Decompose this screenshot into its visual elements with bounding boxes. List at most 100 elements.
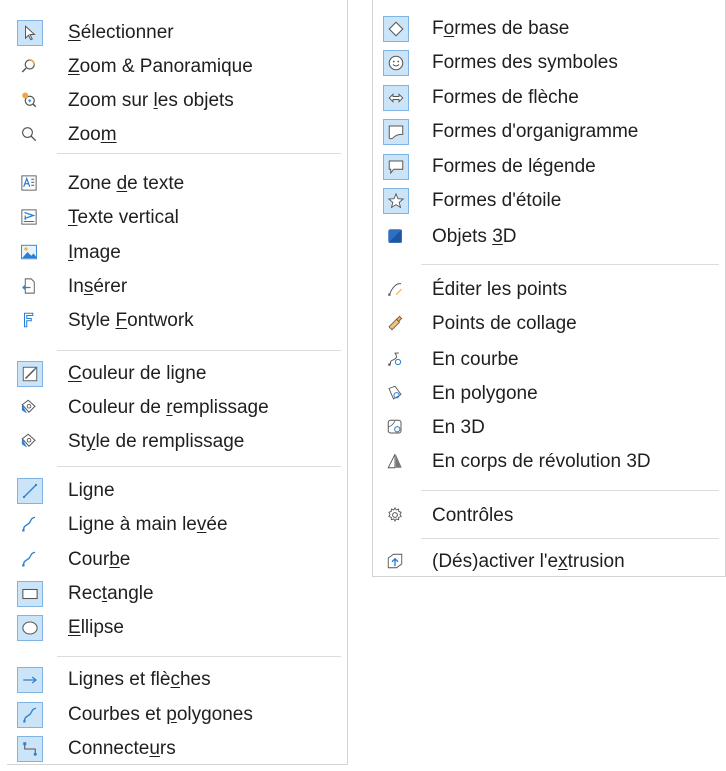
menu-item-label: Zoom: [68, 124, 117, 145]
menu-item-rectangle[interactable]: Rectangle: [7, 577, 347, 611]
menu-item-label: Image: [68, 242, 121, 263]
line-icon: [17, 478, 43, 504]
menu-item-formes-legende[interactable]: Formes de légende: [373, 150, 725, 184]
menu-item-controles[interactable]: Contrôles: [373, 499, 725, 533]
extrusion-icon: [383, 549, 409, 575]
menu-item-zoom-panoramique[interactable]: Zoom & Panoramique: [7, 50, 347, 84]
menu-item-couleur-ligne[interactable]: Couleur de ligne: [7, 357, 347, 391]
mnemonic-key: o: [443, 18, 455, 39]
menu-item-formes-fleche[interactable]: Formes de flèche: [373, 81, 725, 115]
menu-item-ligne[interactable]: Ligne: [7, 474, 347, 508]
menu-item-en-polygone[interactable]: En polygone: [373, 377, 725, 411]
menu-item-selectionner[interactable]: Sélectionner: [7, 16, 347, 50]
menu-item-label: Rectangle: [68, 583, 154, 604]
menu-item-style-remplissage[interactable]: Style de remplissage: [7, 425, 347, 459]
mnemonic-key: c: [170, 669, 180, 690]
select-cursor-icon: [17, 20, 43, 46]
menu-item-label: Points de collage: [432, 313, 577, 334]
menu-item-en-corps-revolution[interactable]: En corps de révolution 3D: [373, 445, 725, 479]
star-icon: [383, 188, 409, 214]
menu-item-ellipse[interactable]: Ellipse: [7, 611, 347, 645]
menu-item-objets-3d[interactable]: Objets 3D: [373, 220, 725, 254]
menu-item-activer-extrusion[interactable]: (Dés)activer l'extrusion: [373, 545, 725, 579]
menu-item-label: Ligne: [68, 480, 115, 501]
rotation-object-icon: [383, 449, 409, 475]
menu-item-ligne-main-levee[interactable]: Ligne à main levée: [7, 508, 347, 542]
menu-item-connecteurs[interactable]: Connecteurs: [7, 732, 347, 766]
menu-item-zoom[interactable]: Zoom: [7, 118, 347, 152]
connector-icon: [17, 736, 43, 762]
menu-separator: [57, 656, 341, 657]
mnemonic-key: T: [68, 207, 78, 228]
edit-points-icon: [383, 277, 409, 303]
insert-icon: [17, 274, 43, 300]
mnemonic-key: C: [68, 363, 82, 384]
menu-item-formes-organigramme[interactable]: Formes d'organigramme: [373, 115, 725, 149]
zoom-icon: [17, 122, 43, 148]
lines-arrows-icon: [17, 667, 43, 693]
to-polygon-icon: [383, 381, 409, 407]
zoom-pan-icon: [17, 54, 43, 80]
menu-item-lignes-fleches[interactable]: Lignes et flèches: [7, 663, 347, 697]
fill-style-icon: [17, 429, 43, 455]
text-box-icon: [17, 171, 43, 197]
menu-item-inserer[interactable]: Insérer: [7, 270, 347, 304]
menu-item-label: Éditer les points: [432, 279, 568, 300]
menu-separator: [421, 490, 719, 491]
menu-item-style-fontwork[interactable]: Style Fontwork: [7, 304, 347, 338]
mnemonic-key: u: [149, 738, 160, 759]
menu-item-en-3d[interactable]: En 3D: [373, 411, 725, 445]
freeform-line-icon: [17, 512, 43, 538]
menu-item-editer-points[interactable]: Éditer les points: [373, 273, 725, 307]
menu-item-label: Texte vertical: [68, 207, 179, 228]
menu-item-label: Courbe: [68, 549, 131, 570]
menu-item-label: Style Fontwork: [68, 310, 194, 331]
menu-item-label: Formes de légende: [432, 156, 596, 177]
mnemonic-key: F: [115, 310, 128, 331]
menu-item-label: Formes des symboles: [432, 52, 618, 73]
menu-item-zoom-objets[interactable]: Zoom sur les objets: [7, 84, 347, 118]
menu-item-image[interactable]: Image: [7, 236, 347, 270]
menu-item-label: Formes d'étoile: [432, 190, 562, 211]
drawing-toolbar-menu-right: Formes de base Formes des symboles Formes …: [372, 0, 726, 577]
mnemonic-key: s: [83, 276, 94, 297]
menu-separator: [421, 538, 719, 539]
menu-item-label: Style de remplissage: [68, 431, 245, 452]
callout-icon: [383, 154, 409, 180]
menu-item-formes-base[interactable]: Formes de base: [373, 12, 725, 46]
drawing-toolbar-menu-left: Sélectionner Zoom & Panoramique Zoom sur l…: [7, 0, 348, 765]
menu-item-courbes-polygones[interactable]: Courbes et polygones: [7, 698, 347, 732]
glue-points-icon: [383, 311, 409, 337]
menu-item-en-courbe[interactable]: En courbe: [373, 343, 725, 377]
menu-item-label: Lignes et flèches: [68, 669, 211, 690]
mnemonic-key: m: [100, 124, 117, 145]
menu-separator: [57, 153, 341, 154]
menu-item-courbe[interactable]: Courbe: [7, 543, 347, 577]
menu-item-label: En polygone: [432, 383, 538, 404]
menu-item-points-collage[interactable]: Points de collage: [373, 307, 725, 341]
menu-item-label: Couleur de remplissage: [68, 397, 269, 418]
menu-item-zone-texte[interactable]: Zone de texte: [7, 167, 347, 201]
menu-item-label: Ligne à main levée: [68, 514, 228, 535]
fill-color-icon: [17, 395, 43, 421]
menu-item-label: Formes de flèche: [432, 87, 579, 108]
menu-separator: [57, 350, 341, 351]
menu-item-texte-vertical[interactable]: Texte vertical: [7, 201, 347, 235]
cube-3d-icon: [383, 224, 409, 250]
mnemonic-key: v: [196, 514, 207, 535]
menu-item-formes-symboles[interactable]: Formes des symboles: [373, 46, 725, 80]
curves-polygons-icon: [17, 702, 43, 728]
rectangle-icon: [17, 581, 43, 607]
menu-item-label: En courbe: [432, 349, 519, 370]
menu-item-label: Sélectionner: [68, 22, 174, 43]
menu-item-formes-etoile[interactable]: Formes d'étoile: [373, 184, 725, 218]
to-curve-icon: [383, 347, 409, 373]
diamond-shape-icon: [383, 16, 409, 42]
flowchart-icon: [383, 119, 409, 145]
line-color-icon: [17, 361, 43, 387]
smiley-icon: [383, 50, 409, 76]
menu-separator: [421, 264, 719, 265]
menu-item-couleur-remplissage[interactable]: Couleur de remplissage: [7, 391, 347, 425]
curve-icon: [17, 547, 43, 573]
menu-item-label: Formes d'organigramme: [432, 121, 639, 142]
